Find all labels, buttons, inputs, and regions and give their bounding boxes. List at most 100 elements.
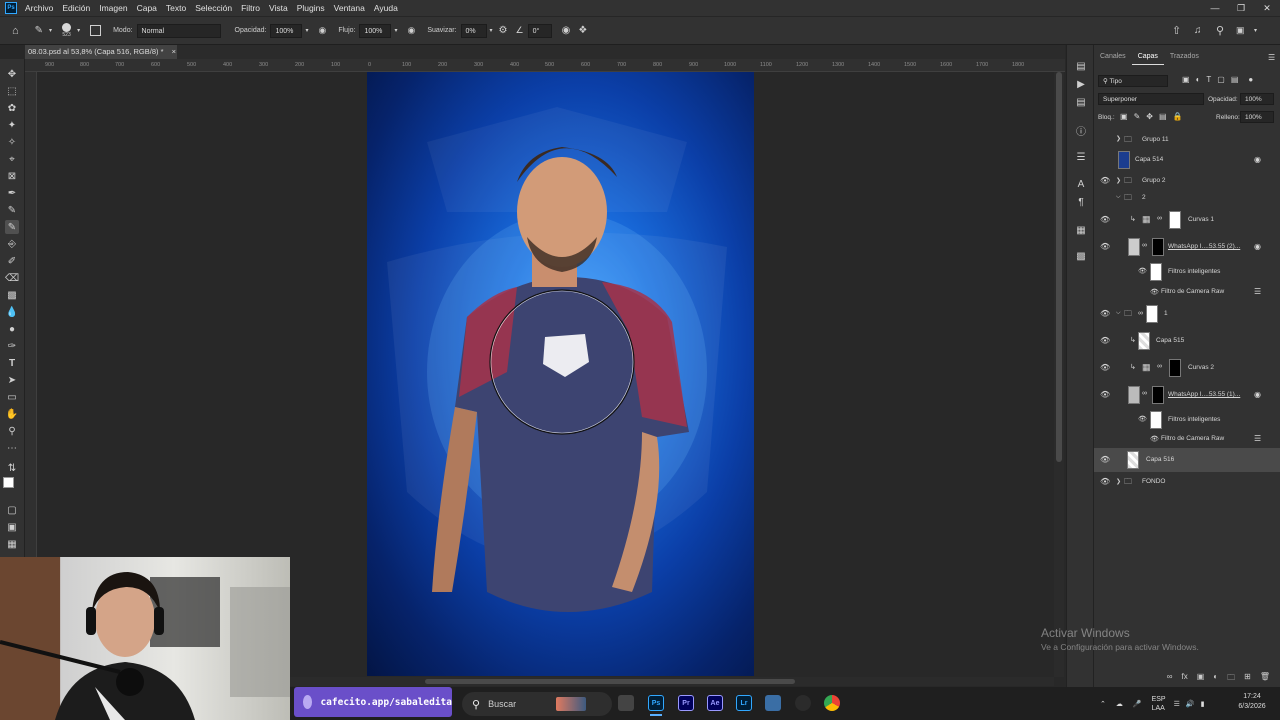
history-icon[interactable]: ▤	[1074, 59, 1088, 73]
layer-row[interactable]: 👁 ⌵ 🗀 ∞ 1	[1094, 303, 1280, 325]
eye-icon[interactable]: 👁	[1100, 363, 1110, 372]
mic-icon[interactable]: 🎤	[1133, 700, 1142, 708]
lock-artboard-icon[interactable]: ▤	[1159, 112, 1167, 121]
chevron-right-icon[interactable]: ❯	[1116, 177, 1121, 184]
bell-icon[interactable]: ♫	[1194, 22, 1202, 40]
menu-plugins[interactable]: Plugins	[297, 3, 325, 13]
eraser-tool-icon[interactable]: ⌫	[5, 271, 19, 285]
eye-icon[interactable]: 👁	[1100, 390, 1110, 399]
chevron-down-icon[interactable]: ▾	[77, 22, 80, 40]
tab-canales[interactable]: Canales	[1094, 51, 1132, 65]
layer-opacity-field[interactable]: 100%	[1240, 93, 1274, 105]
pressure-opacity-icon[interactable]: ◉	[318, 22, 326, 40]
chevron-right-icon[interactable]: ❯	[1116, 135, 1121, 142]
filter-toggle-icon[interactable]: ●	[1248, 75, 1253, 84]
path-select-icon[interactable]: ➤	[5, 373, 19, 387]
horizontal-scrollbar[interactable]	[290, 677, 1054, 686]
healing-brush-icon[interactable]: ✎	[5, 203, 19, 217]
brush-settings-icon[interactable]	[90, 25, 102, 36]
workspace-icon[interactable]: ▣	[1236, 22, 1245, 40]
blend-mode-select[interactable]: Superponer	[1098, 93, 1204, 105]
menu-seleccion[interactable]: Selección	[195, 3, 232, 13]
battery-icon[interactable]: ▮	[1201, 700, 1205, 708]
scrollbar-thumb[interactable]	[425, 679, 795, 684]
clock[interactable]: 17:24 6/3/2026	[1230, 692, 1274, 712]
flow-field[interactable]: 100%	[359, 23, 392, 38]
media-app-taskbar-icon[interactable]	[795, 695, 811, 711]
layer-row[interactable]: ⌵ 🗀 2	[1094, 190, 1280, 206]
panel-menu-icon[interactable]: ☰	[1268, 53, 1275, 62]
filter-adjust-icon[interactable]: ◐	[1196, 75, 1201, 84]
trash-icon[interactable]: 🗑	[1260, 672, 1270, 686]
layer-row[interactable]: 👁 ↳ Capa 515	[1094, 330, 1280, 352]
fx-icon[interactable]: fx	[1182, 672, 1188, 686]
info-icon[interactable]: ⓘ	[1074, 123, 1088, 138]
move-tool-icon[interactable]: ✥	[5, 67, 19, 81]
eye-icon[interactable]: 👁	[1138, 415, 1147, 423]
layer-fill-field[interactable]: 100%	[1240, 111, 1274, 123]
menu-vista[interactable]: Vista	[269, 3, 288, 13]
rectangle-tool-icon[interactable]: ▭	[5, 390, 19, 404]
layer-row[interactable]: 👁 Filtros inteligentes	[1094, 409, 1280, 431]
close-tab-icon[interactable]: ×	[172, 47, 176, 56]
filter-options-icon[interactable]: ☰	[1254, 287, 1261, 296]
magic-wand-icon[interactable]: ✧	[5, 135, 19, 149]
layer-row[interactable]: 👁 ↳ ▦ ∞ Curvas 1	[1094, 209, 1280, 231]
gear-icon[interactable]: ⚙	[499, 22, 508, 40]
close-icon[interactable]: ✕	[1254, 0, 1280, 16]
task-view-icon[interactable]	[618, 695, 634, 711]
eye-icon[interactable]: 👁	[1138, 267, 1147, 275]
filter-pixel-icon[interactable]: ▣	[1182, 75, 1190, 84]
character-icon[interactable]: A	[1074, 177, 1088, 191]
filter-shape-icon[interactable]: ▢	[1217, 75, 1225, 84]
more-tools-icon[interactable]: ⋯	[5, 441, 19, 455]
history-brush-icon[interactable]: ✐	[5, 254, 19, 268]
blur-tool-icon[interactable]: 💧	[5, 305, 19, 319]
tab-capas[interactable]: Capas	[1131, 51, 1164, 65]
menu-capa[interactable]: Capa	[137, 3, 157, 13]
menu-archivo[interactable]: Archivo	[25, 3, 53, 13]
pressure-size-icon[interactable]: ◉	[562, 22, 571, 40]
hand-tool-icon[interactable]: ✋	[5, 407, 19, 421]
crop-tool-icon[interactable]: ⌖	[5, 152, 19, 166]
vertical-scrollbar[interactable]	[1054, 72, 1064, 677]
chevron-down-icon[interactable]: ▾	[1254, 22, 1257, 40]
menu-filtro[interactable]: Filtro	[241, 3, 260, 13]
after-effects-taskbar-icon[interactable]: Ae	[707, 695, 723, 711]
premiere-taskbar-icon[interactable]: Pr	[678, 695, 694, 711]
quick-select-tool-icon[interactable]: ✦	[5, 118, 19, 132]
foreground-color-swatch[interactable]	[3, 477, 14, 488]
layer-row[interactable]: 👁 Filtros inteligentes	[1094, 261, 1280, 283]
angle-field[interactable]: 0°	[527, 23, 552, 38]
pen-tool-icon[interactable]: ✑	[5, 339, 19, 353]
quick-mask-icon[interactable]: ▢	[5, 503, 19, 517]
symmetry-icon[interactable]: ❖	[578, 22, 587, 40]
layer-row[interactable]: Capa 514 ◉	[1094, 149, 1280, 171]
chevron-down-icon[interactable]: ⌵	[1116, 194, 1121, 201]
search-icon[interactable]: ⚲	[1216, 22, 1224, 40]
share-icon[interactable]: ⇧	[1172, 22, 1181, 40]
eye-icon[interactable]: 👁	[1150, 435, 1159, 443]
language-indicator[interactable]: ESP LAA	[1152, 695, 1166, 713]
smoothing-field[interactable]: 0%	[460, 23, 487, 38]
filter-options-icon[interactable]: ☰	[1254, 434, 1261, 443]
network-icon[interactable]: ☁	[1116, 700, 1123, 708]
eye-icon[interactable]: 👁	[1100, 176, 1110, 185]
brush-tool-icon[interactable]: ✎	[35, 22, 43, 40]
document-tab[interactable]: 08.03.psd al 53,8% (Capa 516, RGB/8) * ×	[25, 45, 177, 59]
layer-row[interactable]: 👁 ↳ ▦ ∞ Curvas 2	[1094, 357, 1280, 379]
home-icon[interactable]: ⌂	[12, 22, 19, 40]
filter-type-icon[interactable]: T	[1206, 75, 1211, 84]
new-group-icon[interactable]: 🗀	[1227, 672, 1235, 686]
menu-imagen[interactable]: Imagen	[99, 3, 127, 13]
comment-icon[interactable]: ▤	[1074, 95, 1088, 109]
filter-smart-icon[interactable]: ▤	[1231, 75, 1239, 84]
cafecito-link[interactable]: cafecito.app/sabaledita	[320, 697, 452, 708]
marquee-tool-icon[interactable]: ⬚	[5, 84, 19, 98]
chevron-down-icon[interactable]: ▾	[394, 22, 397, 40]
minimize-icon[interactable]: —	[1202, 0, 1228, 16]
paragraph-icon[interactable]: ¶	[1074, 195, 1088, 209]
layer-row[interactable]: 👁 ∞ WhatsApp I....53.55 (1)... ◉	[1094, 383, 1280, 407]
lock-image-icon[interactable]: ✎	[1134, 112, 1141, 121]
adjustment-layer-icon[interactable]: ◐	[1213, 672, 1218, 686]
